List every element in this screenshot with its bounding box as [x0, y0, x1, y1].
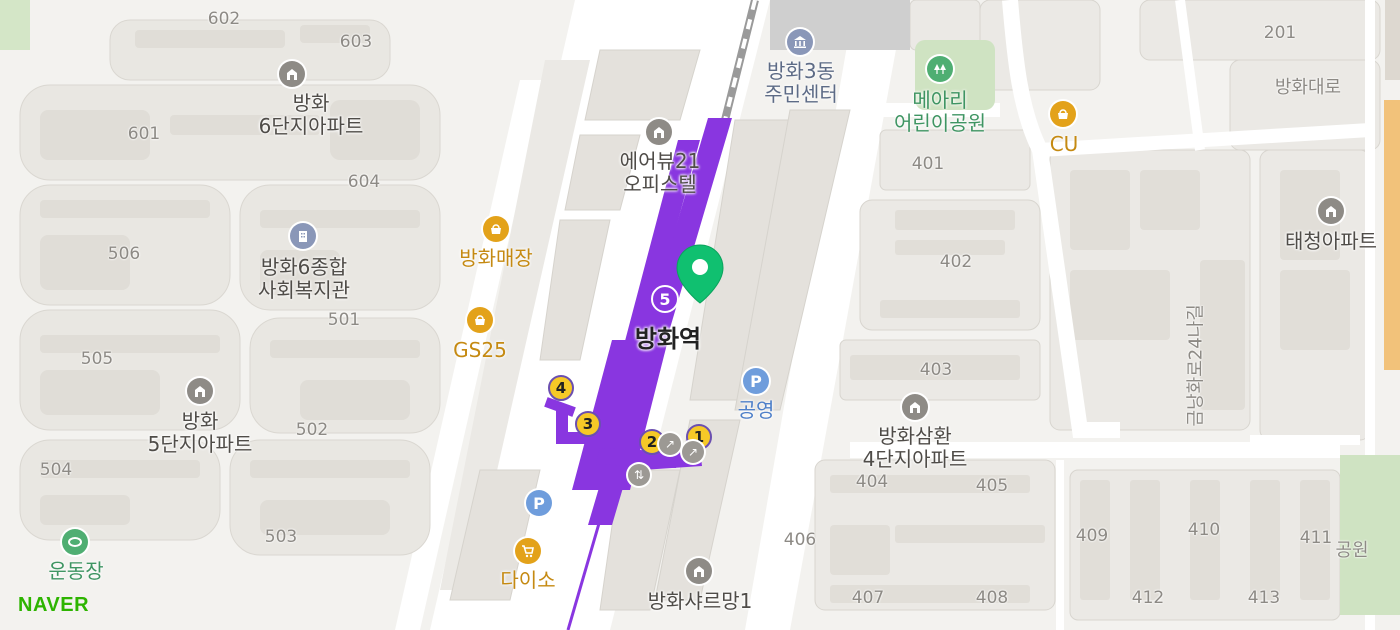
building-icon[interactable] [646, 119, 672, 145]
poi-label[interactable]: GS25 [453, 339, 507, 362]
poi-label[interactable]: 방화샤르망1 [648, 590, 753, 613]
stadium-icon[interactable] [62, 529, 88, 555]
poi-label[interactable]: 방화삼환 4단지아파트 [863, 425, 968, 471]
building-number: 402 [939, 252, 973, 272]
convenience-store-icon[interactable] [1050, 101, 1076, 127]
building-number: 404 [855, 472, 889, 492]
parking-icon[interactable]: P [526, 490, 552, 516]
road-label: 금낭화로24나길 [1185, 304, 1207, 427]
building-number: 502 [295, 420, 329, 440]
building-number: 406 [783, 530, 817, 550]
welfare-center-icon[interactable] [290, 223, 316, 249]
building-number: 505 [80, 349, 114, 369]
building-number: 413 [1247, 588, 1281, 608]
building-number: 411 [1299, 528, 1333, 548]
station-exit-3[interactable]: 3 [575, 411, 601, 437]
building-number: 403 [919, 360, 953, 380]
apartment-icon[interactable] [187, 378, 213, 404]
road-label: 방화대로 [1274, 77, 1342, 98]
poi-label[interactable]: 방화 5단지아파트 [148, 410, 253, 456]
shopping-cart-icon[interactable] [515, 538, 541, 564]
poi-label[interactable]: 방화매장 [459, 247, 533, 270]
parking-icon[interactable]: P [743, 368, 769, 394]
poi-label[interactable]: 에어뷰21 오피스텔 [620, 150, 701, 196]
building-number: 407 [851, 588, 885, 608]
apartment-icon[interactable] [1318, 198, 1344, 224]
station-exit-4[interactable]: 4 [548, 375, 574, 401]
poi-label[interactable]: 공영 [738, 399, 775, 422]
poi-label[interactable]: 운동장 [48, 560, 103, 583]
poi-label[interactable]: CU [1050, 133, 1079, 156]
building-number: 405 [975, 476, 1009, 496]
building-number: 503 [264, 527, 298, 547]
apartment-icon[interactable] [902, 394, 928, 420]
escalator-icon: ↗ [659, 433, 681, 455]
apartment-icon[interactable] [686, 558, 712, 584]
building-number: 603 [339, 32, 373, 52]
naver-logo: NAVER [18, 594, 90, 616]
poi-label[interactable]: 방화3동 주민센터 [764, 60, 838, 106]
building-number: 412 [1131, 588, 1165, 608]
escalator-icon: ↗ [682, 441, 704, 463]
building-number: 201 [1263, 23, 1297, 43]
poi-label[interactable]: 태청아파트 [1285, 230, 1377, 253]
building-number: 410 [1187, 520, 1221, 540]
poi-label[interactable]: 다이소 [500, 569, 555, 592]
store-icon[interactable] [483, 216, 509, 242]
poi-label[interactable]: 방화6종합 사회복지관 [258, 256, 350, 302]
building-number: 408 [975, 588, 1009, 608]
building-number: 401 [911, 154, 945, 174]
apartment-icon[interactable] [279, 61, 305, 87]
convenience-store-icon[interactable] [467, 307, 493, 333]
building-number: 501 [327, 310, 361, 330]
building-number: 506 [107, 244, 141, 264]
park-tree-icon[interactable] [927, 56, 953, 82]
building-number: 602 [207, 9, 241, 29]
building-number: 504 [39, 460, 73, 480]
government-icon[interactable] [787, 29, 813, 55]
building-number: 409 [1075, 526, 1109, 546]
building-number: 604 [347, 172, 381, 192]
map-view[interactable]: 602 603 601 604 506 501 505 502 504 503 … [0, 0, 1400, 630]
misc-label: 공원 [1335, 540, 1369, 561]
building-number: 601 [127, 124, 161, 144]
elevator-icon: ⇅ [628, 464, 650, 486]
station-label[interactable]: 방화역 [635, 325, 701, 354]
poi-label[interactable]: 방화 6단지아파트 [259, 92, 364, 138]
poi-label[interactable]: 메아리 어린이공원 [894, 89, 986, 135]
location-pin-icon[interactable] [674, 243, 726, 305]
